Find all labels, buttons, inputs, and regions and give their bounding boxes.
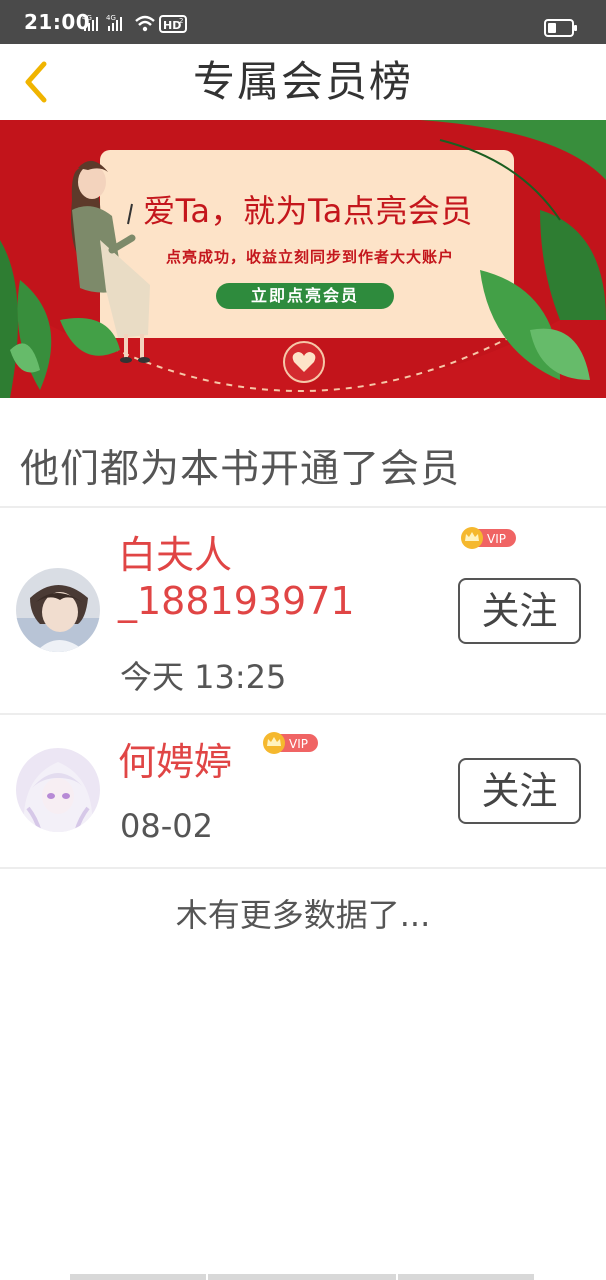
nav-bar-segment[interactable] [208,1274,396,1280]
banner-subtext: 点亮成功，收益立刻同步到作者大大账户 [165,248,454,266]
member-row[interactable]: 何娉婷 08-02 VIP 关注 [0,715,606,867]
wifi-icon [135,15,155,32]
promo-banner[interactable]: 爱Ta，就为Ta点亮会员 点亮成功，收益立刻同步到作者大大账户 立即点亮会员 [0,120,606,398]
hd-icon: HD 2 [159,15,187,33]
status-icons: 4G 4G HD 2 [82,12,192,34]
no-more-data-text: 木有更多数据了... [175,896,431,934]
svg-text:VIP: VIP [487,532,506,546]
avatar[interactable] [16,748,100,832]
section-title: 他们都为本书开通了会员 [20,447,461,492]
nav-bar-segment[interactable] [70,1274,206,1280]
svg-text:2: 2 [179,17,183,25]
follow-button[interactable]: 关注 [458,758,581,824]
member-time: 今天 13:25 [120,658,287,696]
chevron-left-icon [25,61,47,103]
vip-badge: VIP [263,732,318,754]
vip-badge: VIP [461,527,516,549]
follow-button[interactable]: 关注 [458,578,581,644]
member-row[interactable]: 白夫人 _188193971 今天 13:25 VIP 关注 [0,508,606,713]
status-bar: 21:00 4G 4G HD 2 [0,0,606,44]
battery-icon [544,19,577,37]
member-time: 08-02 [120,807,213,845]
banner-cta-button[interactable]: 立即点亮会员 [216,283,394,309]
header: 专属会员榜 [0,44,606,120]
member-name-line-2: _188193971 [118,579,355,623]
nav-bar-segment[interactable] [398,1274,534,1280]
status-time: 21:00 [24,10,91,34]
signal-2-icon: 4G [106,14,122,31]
female-avatar-icon [16,748,100,832]
svg-text:VIP: VIP [289,737,308,751]
member-name: 何娉婷 [118,740,233,784]
divider [0,867,606,869]
svg-text:4G: 4G [82,14,92,22]
bottom-nav-bars [0,1274,606,1280]
male-avatar-icon [16,568,100,652]
svg-text:4G: 4G [106,14,116,22]
avatar[interactable] [16,568,100,652]
back-button[interactable] [12,54,60,110]
member-name-line-1: 白夫人 [118,533,233,577]
signal-1-icon: 4G [82,14,98,31]
banner-headline: 爱Ta，就为Ta点亮会员 [143,192,473,230]
page-title: 专属会员榜 [192,57,413,106]
member-name: 白夫人 _188193971 [118,532,355,624]
